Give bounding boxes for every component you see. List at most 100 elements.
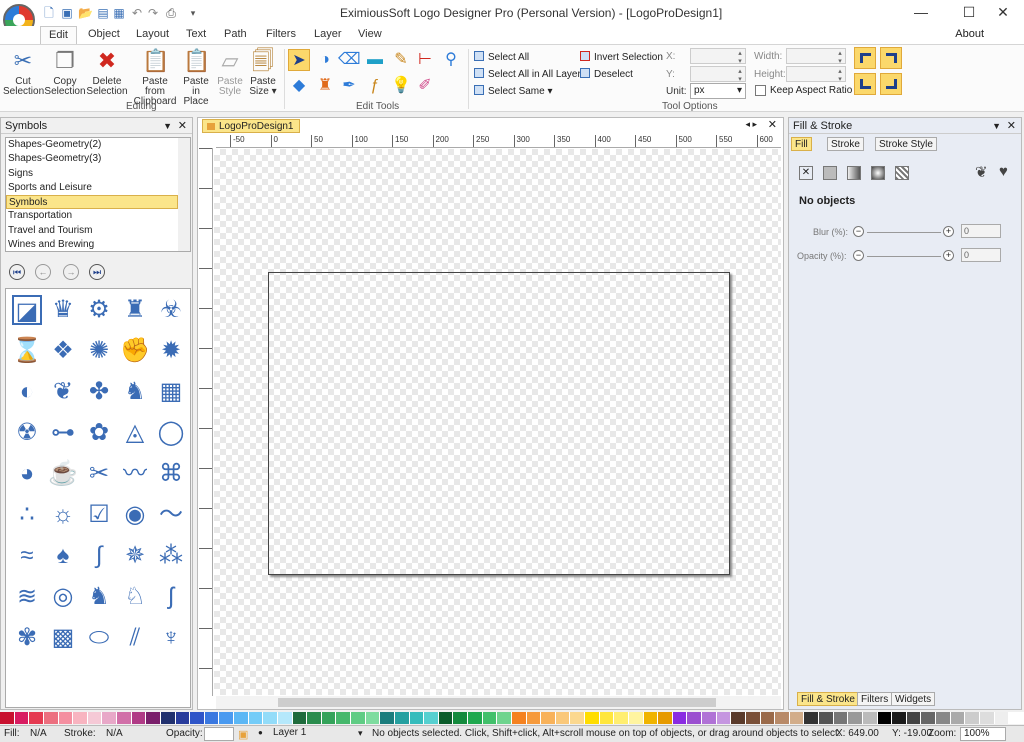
height-input[interactable] [786,66,846,83]
color-swatch[interactable] [394,712,410,724]
color-swatch[interactable] [745,712,761,724]
symbol-thumbnail-icon[interactable]: ◎ [48,582,78,612]
color-swatch[interactable] [658,712,673,724]
color-swatch[interactable] [263,712,278,724]
symbol-thumbnail-icon[interactable]: ◕ [12,459,42,489]
undo-icon[interactable]: ↶ [130,6,144,20]
layer-lock-icon[interactable]: ▣ [238,728,248,741]
color-swatch[interactable] [672,712,688,724]
color-swatch[interactable] [307,712,322,724]
symbol-thumbnail-icon[interactable]: ☢ [12,418,42,448]
color-swatch[interactable] [380,712,395,724]
tab-widgets[interactable]: Widgets [891,692,936,706]
symbol-thumbnail-icon[interactable]: ❖ [48,336,78,366]
color-swatch[interactable] [482,712,498,724]
color-swatch[interactable] [131,712,147,724]
symbol-thumbnail-icon[interactable]: ✿ [84,418,114,448]
tab-fill[interactable]: Fill [791,137,812,151]
select-same-button[interactable]: Select Same ▾ [474,85,553,97]
rectangle-tool-icon[interactable]: ▬ [364,49,386,71]
color-swatch[interactable] [336,712,351,724]
color-swatch[interactable] [731,712,746,724]
horizontal-scrollbar[interactable] [216,696,781,709]
color-swatch[interactable] [819,712,834,724]
first-page-icon[interactable]: ⏮ [9,264,25,280]
layer-dropdown-icon[interactable]: ▾ [358,728,363,739]
list-item-selected[interactable]: Symbols [6,195,178,210]
color-swatch[interactable] [73,712,88,724]
color-swatch[interactable] [248,712,264,724]
save-as-icon[interactable]: ▦ [112,6,126,20]
prev-page-icon[interactable]: ← [35,264,51,280]
symbol-thumbnail-icon[interactable]: ⌛ [12,336,42,366]
minimize-button[interactable]: — [898,0,944,26]
color-swatch[interactable] [234,712,249,724]
color-swatch[interactable] [775,712,790,724]
diamond-tool-icon[interactable]: ◆ [288,75,310,97]
color-swatch[interactable] [643,712,659,724]
color-swatch[interactable] [789,712,805,724]
color-swatch[interactable] [994,712,1010,724]
tab-view[interactable]: View [350,26,390,44]
symbol-thumbnail-icon[interactable]: ⁂ [156,541,186,571]
color-swatch[interactable] [43,712,59,724]
list-item[interactable]: Shapes-Geometry(3) [6,152,178,166]
symbol-thumbnail-icon[interactable]: ◉ [120,500,150,530]
symbol-thumbnail-icon[interactable]: ▦ [156,377,186,407]
color-swatch[interactable] [555,712,571,724]
list-item[interactable]: Sports and Leisure [6,181,178,195]
symbol-thumbnail-icon[interactable]: ʃ [156,582,186,612]
color-swatch[interactable] [541,712,556,724]
color-swatch[interactable] [117,712,132,724]
node-edit-icon[interactable]: ◑ [314,49,336,71]
paste-size-button[interactable]: 🗐 Paste Size ▾ [248,48,278,97]
symbol-thumbnail-icon[interactable]: ✤ [84,377,114,407]
linear-gradient-icon[interactable] [847,166,861,180]
panel-close-icon[interactable]: ✕ [1007,118,1016,134]
color-swatch[interactable] [848,712,863,724]
color-swatch[interactable] [365,712,381,724]
eraser-icon[interactable]: ⌫ [338,49,361,71]
symbol-thumbnail-icon[interactable]: ◯ [156,418,186,448]
color-swatch[interactable] [906,712,922,724]
fill-rule-nonzero-icon[interactable]: ♥ [999,163,1008,180]
open-template-icon[interactable]: ▣ [60,6,74,20]
copy-selection-button[interactable]: ❐ Copy Selection [44,48,86,97]
invert-selection-button[interactable]: Invert Selection [580,51,663,63]
paste-style-button[interactable]: ▱ Paste Style [214,48,246,97]
document-close-icon[interactable]: ✕ [768,118,777,131]
color-swatch[interactable] [160,712,176,724]
deselect-button[interactable]: Deselect [580,68,633,80]
color-swatch[interactable] [1009,712,1024,724]
align-bottom-left-icon[interactable] [854,73,876,95]
color-swatch[interactable] [599,712,615,724]
zoom-input[interactable]: 100% [960,727,1006,741]
panel-pin-icon[interactable]: ▼ [163,118,172,134]
bulb-icon[interactable]: 💡 [390,75,412,97]
color-swatch[interactable] [351,712,366,724]
color-swatch[interactable] [219,712,234,724]
tab-text[interactable]: Text [178,26,214,44]
symbol-thumbnail-icon[interactable]: ♠ [48,541,78,571]
panel-close-icon[interactable]: ✕ [178,118,187,134]
color-swatch[interactable] [497,712,512,724]
cut-selection-button[interactable]: ✂ Cut Selection [3,48,44,97]
list-item[interactable]: Signs [6,167,178,181]
symbol-thumbnail-icon[interactable]: ✹ [156,336,186,366]
canvas[interactable] [214,149,781,695]
align-top-left-icon[interactable] [854,47,876,69]
last-page-icon[interactable]: ⏭ [89,264,105,280]
symbol-thumbnail-icon[interactable]: ♞ [120,377,150,407]
paste-in-place-button[interactable]: 📋 Paste in Place [178,48,214,107]
color-swatch[interactable] [468,712,483,724]
tab-scroll-icon[interactable]: ◂ ▸ [745,119,757,130]
tab-stroke-style[interactable]: Stroke Style [875,137,937,151]
color-swatch[interactable] [833,712,849,724]
select-all-layers-button[interactable]: Select All in All Layers [474,68,586,80]
symbol-thumbnail-icon[interactable]: ∴ [12,500,42,530]
symbol-thumbnail-icon[interactable]: ⫽ [120,623,150,653]
tab-filters[interactable]: Filters [258,26,304,44]
color-swatch[interactable] [862,712,878,724]
list-item[interactable]: Transportation [6,209,178,223]
next-page-icon[interactable]: → [63,264,79,280]
